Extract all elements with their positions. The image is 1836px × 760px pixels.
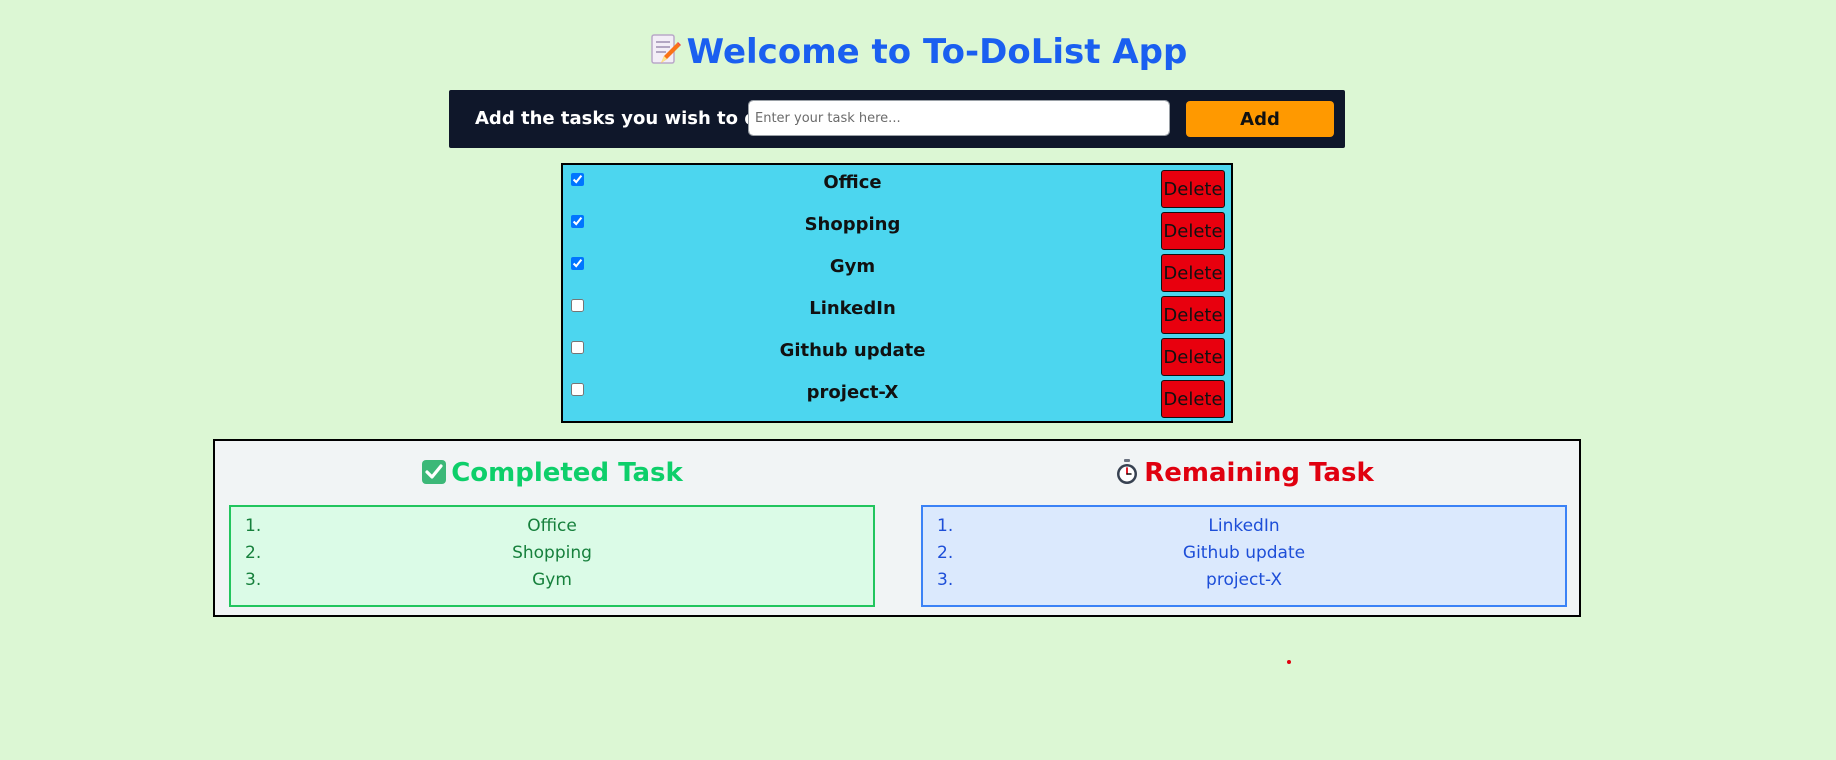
delete-button[interactable]: Delete [1161, 254, 1225, 292]
add-task-label: Add the tasks you wish to do : [475, 108, 784, 129]
task-checkbox[interactable] [571, 383, 584, 396]
task-name: Shopping [804, 214, 901, 235]
list-item: 1. Office [245, 516, 577, 536]
task-row: LinkedIn Delete [563, 291, 1231, 334]
task-name: Github update [779, 340, 926, 361]
delete-button[interactable]: Delete [1161, 338, 1225, 376]
task-row: Github update Delete [563, 333, 1231, 376]
task-row: Office Delete [563, 165, 1231, 208]
add-button[interactable]: Add [1186, 101, 1334, 137]
remaining-task-heading: Remaining Task [921, 455, 1567, 491]
remaining-task-list: 1. LinkedIn 2. Github update 3. project-X [921, 505, 1567, 607]
list-item: 2. Shopping [245, 543, 592, 563]
task-row: Gym Delete [563, 249, 1231, 292]
task-name: Gym [829, 256, 876, 277]
list-item: 3. Gym [245, 570, 572, 590]
task-summary-panel: Completed Task Remaining Task 1. Office 2… [213, 439, 1581, 617]
task-checkbox[interactable] [571, 215, 584, 228]
delete-button[interactable]: Delete [1161, 296, 1225, 334]
remaining-task-title: Remaining Task [1144, 458, 1374, 488]
task-name: LinkedIn [809, 298, 896, 319]
completed-task-list: 1. Office 2. Shopping 3. Gym [229, 505, 875, 607]
list-item: 2. Github update [937, 543, 1306, 563]
add-task-bar: Add the tasks you wish to do : Add [449, 90, 1345, 148]
delete-button[interactable]: Delete [1161, 170, 1225, 208]
list-item: 3. project-X [937, 570, 1282, 590]
completed-task-heading: Completed Task [229, 455, 875, 491]
task-input[interactable] [748, 100, 1170, 136]
page-title-text: Welcome to To-DoList App [686, 32, 1188, 72]
task-checkbox[interactable] [571, 341, 584, 354]
delete-button[interactable]: Delete [1161, 380, 1225, 418]
task-row: project-X Delete [563, 375, 1231, 418]
task-checkbox[interactable] [571, 299, 584, 312]
task-checkbox[interactable] [571, 257, 584, 270]
check-mark-button-icon [421, 459, 447, 485]
stopwatch-icon [1114, 459, 1140, 485]
memo-pencil-icon [649, 32, 681, 66]
delete-button[interactable]: Delete [1161, 212, 1225, 250]
completed-task-title: Completed Task [451, 458, 683, 488]
task-list: Office Delete Shopping Delete Gym Delete… [561, 163, 1233, 423]
cursor-dot [1287, 660, 1291, 664]
task-name: project-X [806, 382, 899, 403]
page-title: Welcome to To-DoList App [0, 28, 1836, 76]
task-row: Shopping Delete [563, 207, 1231, 250]
list-item: 1. LinkedIn [937, 516, 1280, 536]
task-checkbox[interactable] [571, 173, 584, 186]
task-name: Office [823, 172, 882, 193]
